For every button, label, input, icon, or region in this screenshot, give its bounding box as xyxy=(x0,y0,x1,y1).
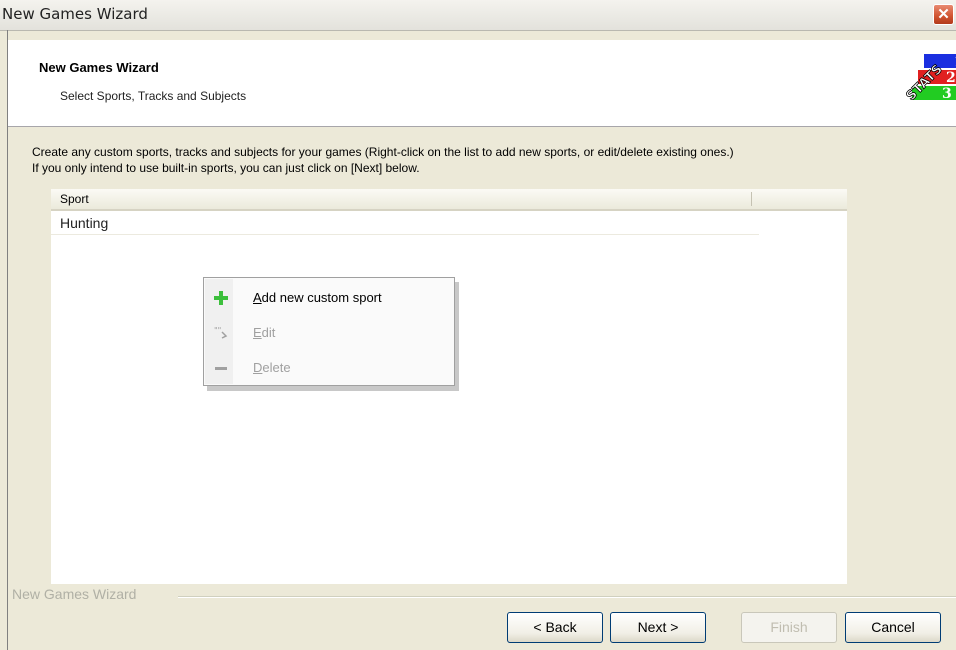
window-title: New Games Wizard xyxy=(2,5,148,23)
finish-button[interactable]: Finish xyxy=(741,612,837,643)
plus-icon xyxy=(212,289,230,307)
list-header[interactable]: Sport xyxy=(51,189,847,211)
logo-number-3: 3 xyxy=(942,86,952,100)
close-icon: ✕ xyxy=(937,6,950,23)
header-subtitle: Select Sports, Tracks and Subjects xyxy=(60,89,247,103)
list-item-label: Hunting xyxy=(60,215,109,231)
menu-item-delete[interactable]: Delete xyxy=(206,353,452,383)
next-button[interactable]: Next > xyxy=(610,612,706,643)
wizard-header: New Games Wizard Select Sports, Tracks a… xyxy=(8,40,956,127)
edit-icon: "" xyxy=(212,324,230,342)
minus-icon xyxy=(212,359,230,377)
footer-group-label: New Games Wizard xyxy=(12,586,137,602)
menu-item-label: Add new custom sport xyxy=(253,290,382,305)
instructions: Create any custom sports, tracks and sub… xyxy=(32,144,942,176)
svg-text:"": "" xyxy=(214,326,221,335)
menu-item-label: Edit xyxy=(253,325,276,340)
wizard-window: New Games Wizard ✕ New Games Wizard Sele… xyxy=(0,0,956,650)
header-title: New Games Wizard xyxy=(39,60,159,75)
column-header-sport[interactable]: Sport xyxy=(60,192,89,206)
instructions-line-1: Create any custom sports, tracks and sub… xyxy=(32,145,734,159)
context-menu: Add new custom sport "" Edit Delete xyxy=(203,277,455,386)
logo-number-2: 2 xyxy=(946,70,956,86)
footer-divider xyxy=(178,596,956,598)
instructions-line-2: If you only intend to use built-in sport… xyxy=(32,161,420,175)
stats-logo: 1 2 3 STATS xyxy=(903,54,956,100)
cancel-button[interactable]: Cancel xyxy=(845,612,941,643)
back-button[interactable]: < Back xyxy=(507,612,603,643)
menu-item-add-new-custom-sport[interactable]: Add new custom sport xyxy=(206,283,452,313)
title-bar[interactable]: New Games Wizard ✕ xyxy=(0,0,956,31)
list-item[interactable]: Hunting xyxy=(51,213,759,235)
column-separator[interactable] xyxy=(751,192,752,206)
menu-item-label: Delete xyxy=(253,360,291,375)
close-button[interactable]: ✕ xyxy=(933,4,954,25)
menu-item-edit[interactable]: "" Edit xyxy=(206,318,452,348)
